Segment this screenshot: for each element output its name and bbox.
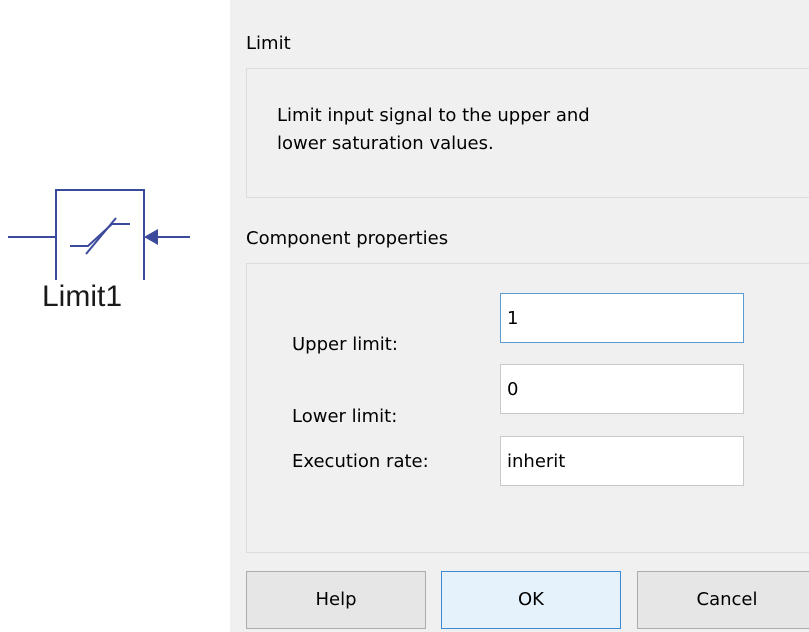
description-panel: Limit input signal to the upper and lowe… <box>246 68 809 198</box>
properties-dialog: Limit Limit input signal to the upper an… <box>230 0 809 632</box>
screen: Limit1 Limit Limit input signal to the u… <box>0 0 809 632</box>
properties-title: Component properties <box>246 228 449 249</box>
properties-panel: Upper limit: Lower limit: Execution rate… <box>246 263 809 553</box>
lower-limit-label: Lower limit: <box>292 406 398 427</box>
execution-rate-label: Execution rate: <box>292 451 429 472</box>
input-arrow-icon <box>144 229 158 245</box>
block-label: Limit1 <box>42 280 123 313</box>
cancel-button[interactable]: Cancel <box>637 571 809 629</box>
upper-limit-label: Upper limit: <box>292 334 398 355</box>
limit-block[interactable] <box>0 180 230 280</box>
upper-limit-input[interactable] <box>500 293 744 343</box>
execution-rate-input[interactable] <box>500 436 744 486</box>
help-button[interactable]: Help <box>246 571 426 629</box>
lower-limit-input[interactable] <box>500 364 744 414</box>
description-text: Limit input signal to the upper and lowe… <box>277 105 590 154</box>
dialog-title: Limit <box>246 33 291 54</box>
ok-button[interactable]: OK <box>441 571 621 629</box>
schematic-canvas: Limit1 <box>0 0 230 632</box>
